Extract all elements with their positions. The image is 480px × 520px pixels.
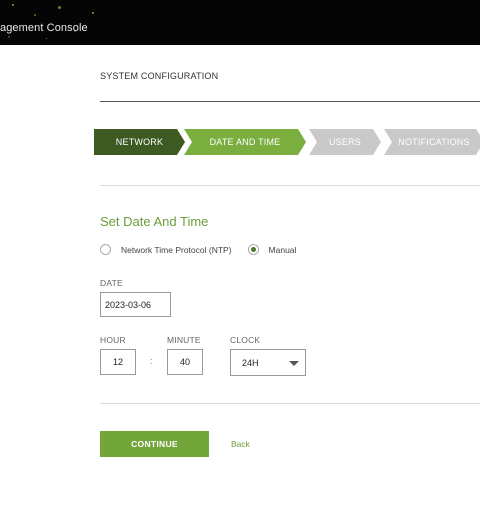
date-value: 2023-03-06: [105, 299, 152, 310]
back-link[interactable]: Back: [231, 439, 250, 449]
section-divider: [100, 185, 480, 186]
manual-radio[interactable]: [247, 244, 259, 255]
continue-button[interactable]: CONTINUE: [100, 431, 209, 457]
step-label: USERS: [328, 137, 361, 147]
step-network[interactable]: NETWORK: [94, 129, 185, 155]
date-field[interactable]: 2023-03-06: [100, 292, 171, 317]
section-title: Set Date And Time: [100, 214, 209, 229]
ntp-radio[interactable]: [100, 244, 111, 255]
step-date-and-time[interactable]: DATE AND TIME: [184, 129, 306, 155]
decorative-spark: [92, 12, 94, 14]
app-title: agement Console: [0, 22, 88, 34]
hour-field[interactable]: 12: [100, 349, 136, 375]
minute-field[interactable]: 40: [167, 349, 203, 375]
decorative-spark: [46, 38, 47, 39]
minute-value: 40: [179, 357, 190, 367]
footer-divider: [100, 403, 480, 404]
hour-label: HOUR: [100, 335, 126, 345]
time-separator: :: [150, 356, 153, 366]
time-source-options: Network Time Protocol (NTP) Manual: [100, 244, 312, 255]
header-divider: [100, 101, 480, 102]
step-label: DATE AND TIME: [209, 137, 281, 147]
chevron-down-icon: [289, 361, 299, 366]
decorative-spark: [12, 4, 14, 6]
step-label: NETWORK: [115, 137, 164, 147]
decorative-spark: [34, 14, 36, 16]
hour-value: 12: [112, 357, 123, 367]
step-users[interactable]: USERS: [309, 129, 381, 155]
clock-label: CLOCK: [230, 335, 261, 345]
decorative-spark: [58, 6, 61, 9]
main-content: SYSTEM CONFIGURATION NETWORK DATE AND TI…: [100, 45, 480, 520]
date-label: DATE: [100, 278, 123, 288]
clock-value: 24H: [242, 357, 259, 368]
decorative-spark: [8, 36, 10, 38]
top-bar: agement Console: [0, 0, 480, 45]
ntp-radio-label[interactable]: Network Time Protocol (NTP): [121, 245, 232, 255]
clock-select[interactable]: 24H: [230, 349, 306, 376]
page-title: SYSTEM CONFIGURATION: [100, 71, 219, 81]
step-notifications[interactable]: NOTIFICATIONS: [384, 129, 480, 155]
minute-label: MINUTE: [167, 335, 201, 345]
step-label: NOTIFICATIONS: [398, 137, 470, 147]
manual-radio-label[interactable]: Manual: [269, 245, 297, 255]
